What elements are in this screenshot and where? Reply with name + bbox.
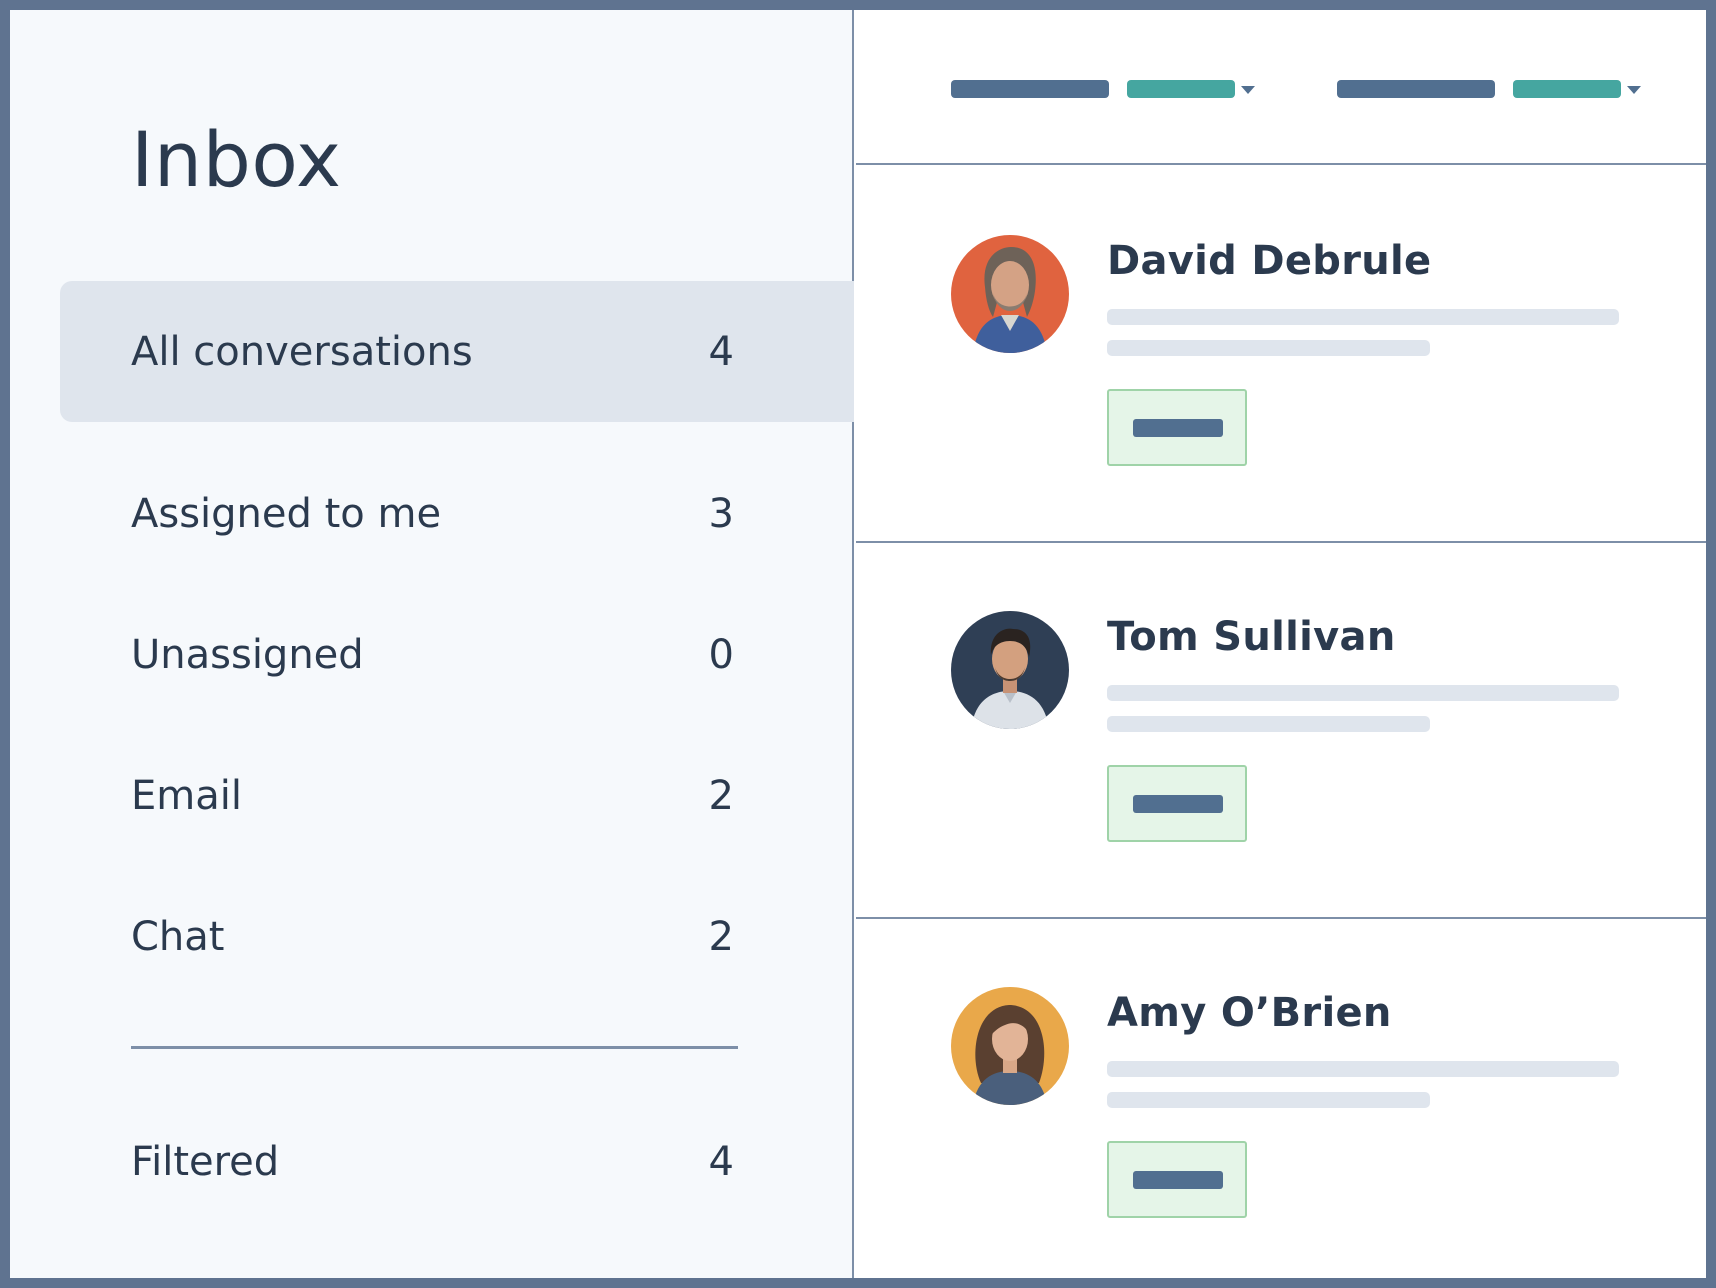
filter-bar xyxy=(856,10,1706,165)
conversation-action-button[interactable] xyxy=(1107,1141,1247,1218)
app-window: Inbox All conversations 4 Assigned to me… xyxy=(10,10,1706,1278)
filter-value-placeholder xyxy=(1513,80,1621,98)
conversation-card[interactable]: David Debrule xyxy=(856,167,1706,543)
conversation-action-button[interactable] xyxy=(1107,389,1247,466)
nav-item-label: All conversations xyxy=(131,328,473,375)
page-title: Inbox xyxy=(131,115,342,204)
button-label-placeholder xyxy=(1133,419,1223,437)
nav-divider xyxy=(131,1046,738,1049)
caret-down-icon xyxy=(1627,86,1641,94)
nav-item-count: 4 xyxy=(708,1138,734,1185)
filter-label-placeholder xyxy=(951,80,1109,98)
nav-item-count: 2 xyxy=(708,772,734,819)
avatar xyxy=(951,235,1069,353)
nav-item-all-conversations[interactable]: All conversations 4 xyxy=(60,281,854,422)
nav-item-chat[interactable]: Chat 2 xyxy=(60,866,854,1007)
message-preview-placeholder xyxy=(1107,685,1619,701)
nav-item-count: 2 xyxy=(708,913,734,960)
caret-down-icon xyxy=(1241,86,1255,94)
filter-label-placeholder xyxy=(1337,80,1495,98)
nav-item-count: 4 xyxy=(708,328,734,375)
message-preview-placeholder xyxy=(1107,340,1430,356)
avatar xyxy=(951,987,1069,1105)
nav-item-label: Unassigned xyxy=(131,631,364,678)
conversation-action-button[interactable] xyxy=(1107,765,1247,842)
conversation-card[interactable]: Amy O’Brien xyxy=(856,919,1706,1278)
button-label-placeholder xyxy=(1133,1171,1223,1189)
filter-value-placeholder xyxy=(1127,80,1235,98)
nav-item-assigned-to-me[interactable]: Assigned to me 3 xyxy=(60,443,854,584)
conversation-list-panel: David Debrule Tom Sullivan Amy O’Brien xyxy=(856,10,1706,1278)
conversation-card[interactable]: Tom Sullivan xyxy=(856,543,1706,919)
button-label-placeholder xyxy=(1133,795,1223,813)
nav-item-count: 3 xyxy=(708,490,734,537)
nav-item-filtered[interactable]: Filtered 4 xyxy=(60,1091,854,1232)
nav-item-label: Assigned to me xyxy=(131,490,442,537)
contact-name: David Debrule xyxy=(1107,238,1432,284)
nav-item-label: Chat xyxy=(131,913,225,960)
message-preview-placeholder xyxy=(1107,1092,1430,1108)
message-preview-placeholder xyxy=(1107,309,1619,325)
inbox-sidebar: Inbox All conversations 4 Assigned to me… xyxy=(10,10,854,1278)
nav-item-label: Email xyxy=(131,772,242,819)
nav-item-email[interactable]: Email 2 xyxy=(60,725,854,866)
nav-item-label: Filtered xyxy=(131,1138,280,1185)
person-photo-icon xyxy=(951,235,1069,353)
contact-name: Amy O’Brien xyxy=(1107,990,1392,1036)
nav-item-unassigned[interactable]: Unassigned 0 xyxy=(60,584,854,725)
avatar xyxy=(951,611,1069,729)
nav-item-count: 0 xyxy=(708,631,734,678)
message-preview-placeholder xyxy=(1107,716,1430,732)
person-photo-icon xyxy=(951,611,1069,729)
message-preview-placeholder xyxy=(1107,1061,1619,1077)
person-photo-icon xyxy=(951,987,1069,1105)
contact-name: Tom Sullivan xyxy=(1107,614,1396,660)
